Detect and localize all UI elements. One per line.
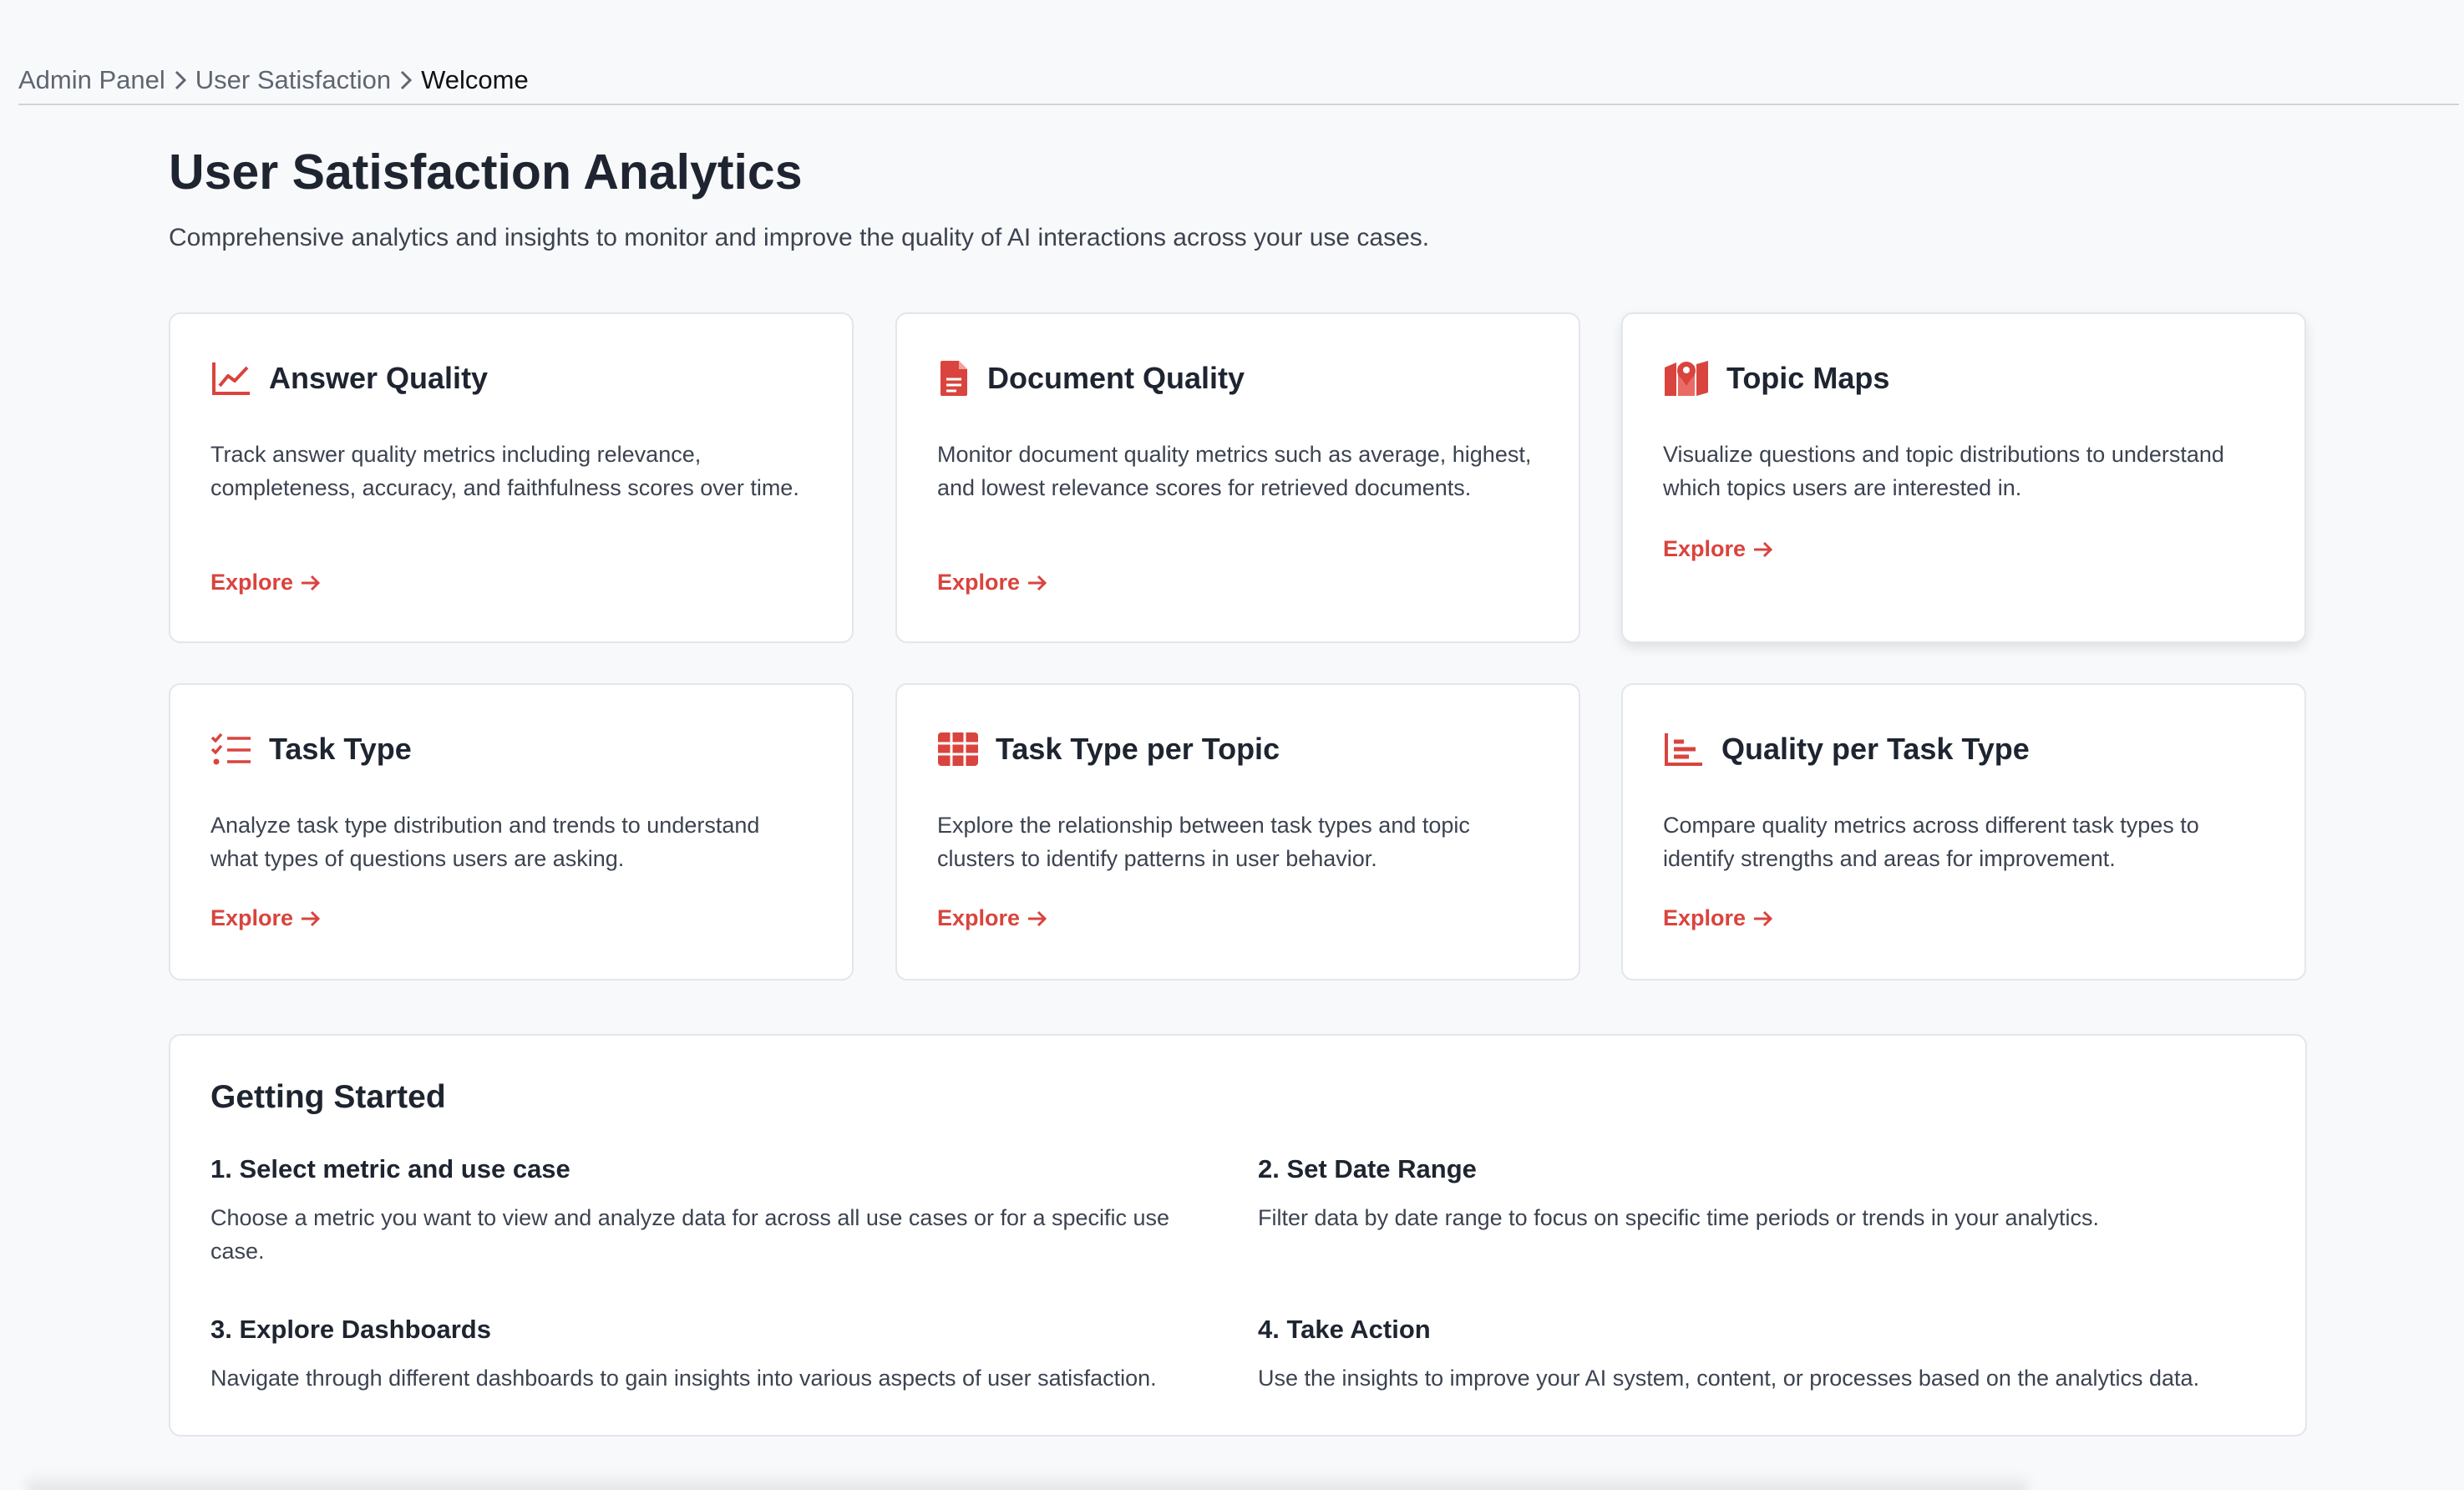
card-answer-quality[interactable]: Answer Quality Track answer quality metr… [169, 312, 854, 643]
step-title: 4. Take Action [1258, 1315, 1431, 1344]
arrow-right-icon [1754, 541, 1773, 557]
card-task-type-per-topic[interactable]: Task Type per Topic Explore the relation… [895, 683, 1580, 981]
card-description: Visualize questions and topic distributi… [1663, 442, 2224, 500]
document-icon [937, 357, 971, 399]
card-task-type[interactable]: Task Type Analyze task type distribution… [169, 683, 854, 981]
bottom-shadow [25, 1472, 2030, 1490]
step-description: Filter data by date range to focus on sp… [1258, 1205, 2100, 1230]
arrow-right-icon [302, 575, 321, 590]
card-description: Compare quality metrics across different… [1663, 813, 2199, 871]
card-topic-maps[interactable]: Topic Maps Visualize questions and topic… [1621, 312, 2306, 643]
card-document-quality[interactable]: Document Quality Monitor document qualit… [895, 312, 1580, 643]
explore-label: Explore [210, 570, 294, 595]
card-title: Topic Maps [1726, 361, 1890, 395]
page-subtitle: Comprehensive analytics and insights to … [169, 224, 1430, 251]
card-title: Answer Quality [269, 361, 489, 395]
step-description: Navigate through different dashboards to… [210, 1366, 1157, 1391]
step-description: Choose a metric you want to view and ana… [210, 1205, 1170, 1264]
getting-started-panel: Getting Started 1. Select metric and use… [169, 1034, 2307, 1437]
step-2: 2. Set Date Range Filter data by date ra… [1258, 1154, 2243, 1234]
step-title: 2. Set Date Range [1258, 1154, 1477, 1183]
step-title: 3. Explore Dashboards [210, 1315, 491, 1344]
card-title: Document Quality [987, 361, 1245, 395]
chevron-right-icon [391, 69, 421, 91]
card-description: Monitor document quality metrics such as… [937, 442, 1532, 500]
step-3: 3. Explore Dashboards Navigate through d… [210, 1315, 1196, 1395]
explore-label: Explore [937, 570, 1021, 595]
explore-link[interactable]: Explore [937, 570, 1048, 595]
card-title: Task Type [269, 732, 412, 766]
page-title: User Satisfaction Analytics [169, 144, 803, 200]
arrow-right-icon [1754, 910, 1773, 926]
explore-label: Explore [1663, 905, 1747, 930]
card-description: Analyze task type distribution and trend… [210, 813, 760, 871]
explore-label: Explore [210, 905, 294, 930]
card-description: Explore the relationship between task ty… [937, 813, 1470, 871]
table-grid-icon [937, 728, 979, 770]
breadcrumb-admin-panel[interactable]: Admin Panel [18, 65, 165, 95]
header-divider [18, 104, 2459, 105]
arrow-right-icon [1028, 575, 1047, 590]
explore-link[interactable]: Explore [1663, 536, 1774, 562]
arrow-right-icon [302, 910, 321, 926]
breadcrumb-welcome: Welcome [421, 65, 529, 94]
arrow-right-icon [1028, 910, 1047, 926]
checklist-icon [210, 728, 252, 770]
card-description: Track answer quality metrics including r… [210, 442, 799, 500]
breadcrumb: Admin Panel User Satisfaction Welcome [18, 65, 529, 95]
explore-link[interactable]: Explore [210, 905, 322, 931]
breadcrumb-user-satisfaction[interactable]: User Satisfaction [195, 65, 391, 95]
card-title: Task Type per Topic [996, 732, 1280, 766]
line-chart-icon [210, 357, 252, 399]
explore-label: Explore [1663, 536, 1747, 561]
getting-started-title: Getting Started [210, 1079, 446, 1115]
explore-link[interactable]: Explore [937, 905, 1048, 931]
step-4: 4. Take Action Use the insights to impro… [1258, 1315, 2277, 1395]
bar-chart-icon [1663, 728, 1705, 770]
chevron-right-icon [165, 69, 195, 91]
step-title: 1. Select metric and use case [210, 1154, 570, 1183]
step-1: 1. Select metric and use case Choose a m… [210, 1154, 1196, 1268]
map-pin-icon [1663, 357, 1710, 399]
card-title: Quality per Task Type [1721, 732, 2030, 766]
step-description: Use the insights to improve your AI syst… [1258, 1366, 2200, 1391]
explore-link[interactable]: Explore [1663, 905, 1774, 931]
card-quality-per-task-type[interactable]: Quality per Task Type Compare quality me… [1621, 683, 2306, 981]
explore-label: Explore [937, 905, 1021, 930]
explore-link[interactable]: Explore [210, 570, 322, 595]
